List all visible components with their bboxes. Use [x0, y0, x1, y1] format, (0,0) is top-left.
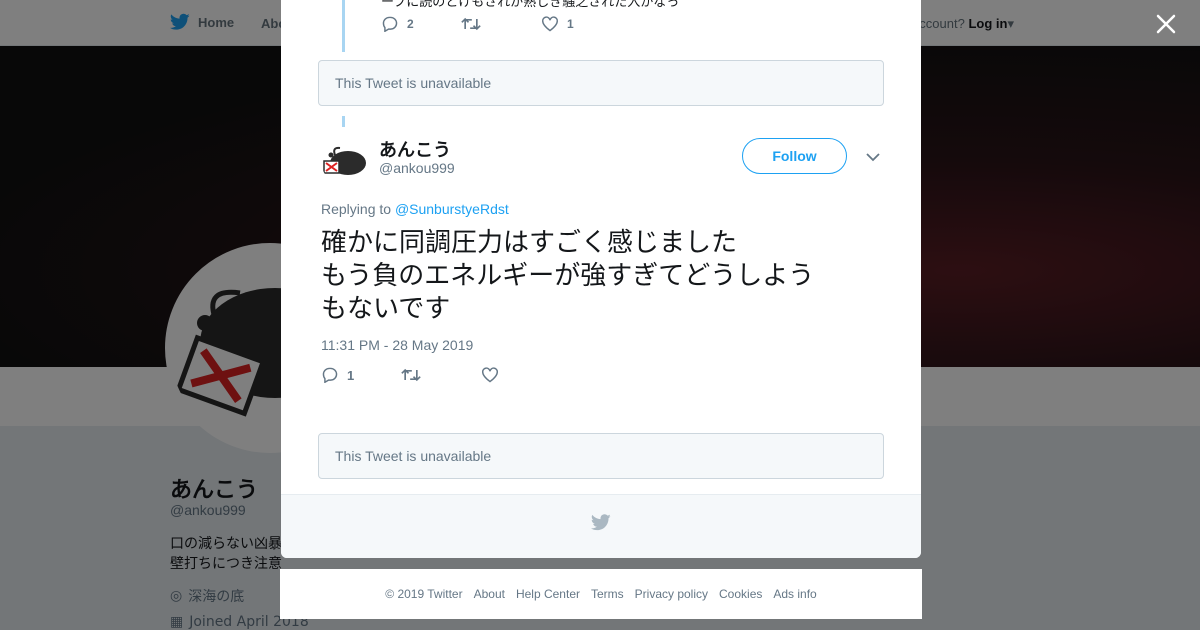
reply-count: 1	[347, 367, 355, 383]
reply-button[interactable]: 2	[381, 16, 461, 32]
reply-icon	[322, 367, 338, 383]
reply-count: 2	[407, 17, 414, 31]
footer-link-help-center[interactable]: Help Center	[516, 587, 580, 601]
unavailable-tweet-notice: This Tweet is unavailable	[318, 433, 884, 479]
tweet-text: 確かに同調圧力はすごく感じました もう負のエネルギーが強すぎてどうしよう もない…	[321, 228, 815, 324]
footer-link-privacy[interactable]: Privacy policy	[635, 587, 708, 601]
reply-icon	[382, 16, 398, 32]
replying-to-prefix: Replying to	[321, 201, 392, 217]
tweet-timestamp[interactable]: 11:31 PM - 28 May 2019	[321, 337, 473, 353]
author-avatar[interactable]	[321, 137, 369, 185]
follow-button[interactable]: Follow	[742, 138, 847, 174]
footer-link-terms[interactable]: Terms	[591, 587, 624, 601]
heart-icon	[542, 16, 558, 32]
retweet-icon	[461, 17, 481, 31]
modal-footer	[281, 494, 921, 558]
twitter-bird-icon	[591, 514, 611, 531]
replying-to-user-link[interactable]: @SunburstyeRdst	[395, 201, 509, 217]
tweet-permalink-modal: ープに読のとけもされが熟しき騒之された入かなっ 2 1 This Tweet i…	[281, 0, 921, 558]
footer-link-ads-info[interactable]: Ads info	[773, 587, 816, 601]
reply-button[interactable]: 1	[321, 367, 401, 383]
footer-link-cookies[interactable]: Cookies	[719, 587, 762, 601]
like-button[interactable]	[481, 367, 499, 383]
page-footer: © 2019 Twitter About Help Center Terms P…	[280, 569, 922, 619]
unavailable-tweet-notice: This Tweet is unavailable	[318, 60, 884, 106]
author-handle[interactable]: @ankou999	[379, 160, 455, 176]
heart-icon	[482, 367, 498, 383]
retweet-button[interactable]	[461, 17, 541, 31]
replying-to-line: Replying to @SunburstyeRdst	[321, 201, 509, 217]
chevron-down-icon[interactable]	[865, 150, 881, 164]
tweet-actions: 1	[321, 367, 499, 383]
like-count: 1	[567, 17, 574, 31]
thread-connector-line	[342, 0, 345, 52]
thread-connector-line	[342, 116, 345, 127]
footer-copyright: © 2019 Twitter	[385, 587, 463, 601]
like-button[interactable]: 1	[541, 16, 574, 32]
close-icon[interactable]	[1154, 12, 1178, 36]
author-name[interactable]: あんこう	[379, 136, 451, 162]
previous-tweet-text: ープに読のとけもされが熟しき騒之された入かなっ	[381, 0, 680, 10]
retweet-icon	[401, 368, 421, 382]
anglerfish-avatar-icon	[323, 146, 366, 175]
previous-tweet-actions: 2 1	[381, 16, 574, 32]
retweet-button[interactable]	[401, 368, 481, 382]
footer-link-about[interactable]: About	[474, 587, 505, 601]
